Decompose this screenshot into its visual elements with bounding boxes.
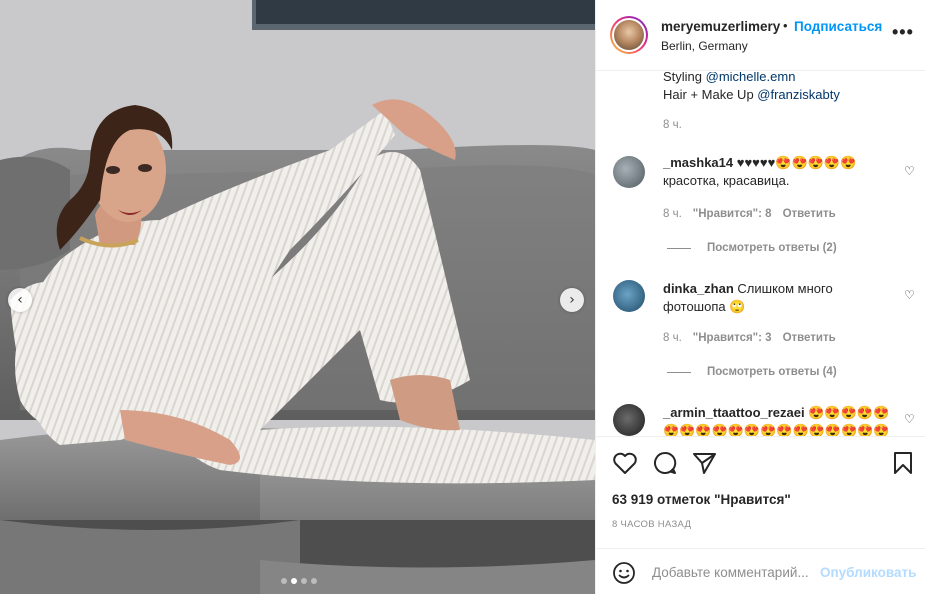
bookmark-icon[interactable] [892, 451, 914, 475]
comment-likes[interactable]: "Нравится": 8 [693, 208, 772, 220]
post-photo[interactable]: ‹ › [0, 0, 595, 594]
chevron-left-icon: ‹ [17, 292, 23, 308]
caption-time: 8 ч. [663, 119, 682, 131]
chevron-right-icon: › [569, 292, 575, 308]
reply-button[interactable]: Ответить [783, 332, 836, 344]
carousel-dot [291, 578, 297, 584]
avatar-image [614, 20, 644, 50]
comment-username[interactable]: dinka_zhan [663, 281, 734, 296]
smiley-icon[interactable] [612, 561, 636, 585]
heart-outline-icon[interactable]: ♡ [904, 412, 915, 426]
post-side-panel: meryemuzerlimery • Подписаться Berlin, G… [595, 0, 925, 594]
avatar[interactable] [610, 16, 648, 54]
separator-dot: • [783, 18, 788, 33]
caption-makeup-line: Hair + Make Up @franziskabty [663, 87, 840, 102]
avatar[interactable] [613, 156, 645, 188]
heart-outline-icon[interactable]: ♡ [904, 164, 915, 178]
publish-button[interactable]: Опубликовать [820, 565, 916, 580]
comment-text: _mashka14 ♥♥♥♥♥😍😍😍😍😍 красотка, красавица… [663, 154, 893, 190]
heart-outline-icon[interactable] [612, 451, 638, 475]
view-replies-button[interactable]: Посмотреть ответы (4) [667, 366, 837, 378]
comment-text: _armin_ttaattoo_rezaei 😍😍😍😍😍 😍😍😍😍😍😍😍😍😍😍😍… [663, 404, 893, 436]
photo-illustration [0, 0, 595, 594]
paper-plane-icon[interactable] [692, 451, 718, 475]
heart-outline-icon[interactable]: ♡ [904, 288, 915, 302]
view-replies-button[interactable]: Посмотреть ответы (2) [667, 242, 837, 254]
carousel-dot [311, 578, 317, 584]
comment-meta: 8 ч. "Нравится": 8 Ответить [663, 208, 836, 220]
view-replies-label: Посмотреть ответы (2) [707, 242, 837, 254]
posted-time: 8 часов назад [612, 519, 692, 530]
comment-input[interactable] [652, 561, 812, 583]
follow-button[interactable]: Подписаться [794, 19, 882, 34]
comment-meta: 8 ч. "Нравится": 3 Ответить [663, 332, 836, 344]
mention-link[interactable]: @franziskabty [757, 87, 840, 102]
caption-styling-line: Styling @michelle.emn [663, 72, 795, 84]
more-dots-icon[interactable]: ••• [892, 22, 914, 43]
caption-text: Styling [663, 72, 706, 84]
carousel-prev-button[interactable]: ‹ [8, 288, 32, 312]
carousel-next-button[interactable]: › [560, 288, 584, 312]
mention-link[interactable]: @michelle.emn [706, 72, 796, 84]
comment-time: 8 ч. [663, 208, 682, 220]
username-link[interactable]: meryemuzerlimery [661, 19, 780, 34]
carousel-dot [281, 578, 287, 584]
comment-text: dinka_zhan Слишком много фотошопа 🙄 [663, 280, 893, 316]
likes-count[interactable]: 63 919 отметок "Нравится" [612, 492, 791, 507]
avatar[interactable] [613, 280, 645, 312]
post-header: meryemuzerlimery • Подписаться Berlin, G… [596, 0, 925, 71]
comments-list[interactable]: Styling @michelle.emn Hair + Make Up @fr… [596, 72, 925, 436]
post-actions: 63 919 отметок "Нравится" 8 часов назад [596, 436, 925, 548]
comment-time: 8 ч. [663, 332, 682, 344]
avatar[interactable] [613, 404, 645, 436]
comment-username[interactable]: _armin_ttaattoo_rezaei [663, 405, 805, 420]
view-replies-label: Посмотреть ответы (4) [707, 366, 837, 378]
carousel-dot [301, 578, 307, 584]
carousel-indicator [281, 578, 317, 584]
add-comment-bar: Опубликовать [596, 548, 925, 594]
location-link[interactable]: Berlin, Germany [661, 39, 748, 53]
caption-text: Hair + Make Up [663, 87, 758, 102]
comment-username[interactable]: _mashka14 [663, 155, 733, 170]
comment-bubble-icon[interactable] [652, 451, 678, 475]
comment-likes[interactable]: "Нравится": 3 [693, 332, 772, 344]
reply-button[interactable]: Ответить [783, 208, 836, 220]
